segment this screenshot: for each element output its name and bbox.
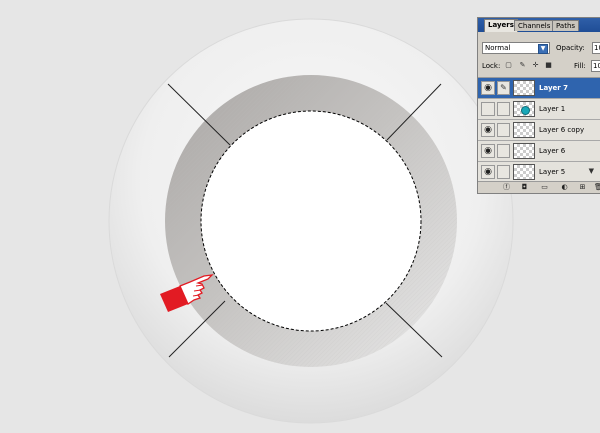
link-toggle-empty[interactable] [497,123,510,137]
ring-artwork [108,18,514,424]
opacity-input[interactable]: 100 [592,42,600,54]
layer-thumbnail [513,164,535,180]
link-toggle-empty[interactable] [497,144,510,158]
adjustment-layer-icon[interactable]: ◐ [560,183,569,192]
lock-paint-icon[interactable]: ✎ [518,61,527,70]
layer-thumbnail [513,143,535,159]
fill-input[interactable]: 100 [591,60,600,72]
layer-style-icon[interactable]: ⓕ [502,183,511,192]
layer-thumbnail [513,101,535,117]
palette-footer: ⓕ ◘ ▭ ◐ ⊞ 🗑 [478,181,600,193]
new-layer-icon[interactable]: ⊞ [578,183,587,192]
link-toggle-empty[interactable] [497,102,510,116]
lock-position-icon[interactable]: ✛ [531,61,540,70]
palette-tab-bar: Layers Channels Paths [478,18,600,32]
link-toggle-empty[interactable] [497,165,510,179]
layer-name: Layer 7 [539,84,569,92]
eye-icon[interactable]: ◉ [481,144,495,158]
layer-row-1[interactable]: Layer 1 [478,99,600,120]
layers-palette: Layers Channels Paths Normal ▼ Opacity: … [477,17,600,194]
layer-mask-icon[interactable]: ◘ [520,183,529,192]
visibility-toggle-empty[interactable] [481,102,495,116]
tab-paths[interactable]: Paths [552,20,580,31]
layer-row-7[interactable]: ◉ ✎ Layer 7 [478,78,600,99]
eye-icon[interactable]: ◉ [481,123,495,137]
inner-selection-circle [200,110,422,332]
eye-icon[interactable]: ◉ [481,165,495,179]
new-set-icon[interactable]: ▭ [540,183,549,192]
layers-list: ◉ ✎ Layer 7 Layer 1 ◉ Layer 6 copy ◉ Lay… [478,77,600,185]
layer-name: Layer 6 [539,147,566,155]
layer-thumbnail [513,122,535,138]
blend-mode-value: Normal [485,44,511,52]
layer-row-6[interactable]: ◉ Layer 6 [478,141,600,162]
tab-channels[interactable]: Channels [514,20,555,31]
layer-name: Layer 6 copy [539,126,585,134]
chevron-down-icon[interactable]: ▼ [538,44,548,54]
lock-label: Lock: [482,62,501,70]
layer-name: Layer 5 [539,168,566,176]
expand-triangle-icon[interactable]: ▼ [589,167,594,175]
lock-all-icon[interactable]: ■ [544,61,553,70]
trash-icon[interactable]: 🗑 [594,183,600,192]
brush-icon[interactable]: ✎ [497,81,510,95]
layer-row-6-copy[interactable]: ◉ Layer 6 copy [478,120,600,141]
eye-icon[interactable]: ◉ [481,81,495,95]
fill-label: Fill: [574,62,586,70]
tab-layers[interactable]: Layers [484,19,518,32]
layer-row-5[interactable]: ◉ Layer 5 ▼ [478,162,600,183]
layer-thumbnail [513,80,535,96]
layer-name: Layer 1 [539,105,566,113]
opacity-label: Opacity: [556,44,585,52]
blend-mode-select[interactable]: Normal ▼ [482,42,550,54]
lock-transparency-icon[interactable]: ▢ [504,61,513,70]
